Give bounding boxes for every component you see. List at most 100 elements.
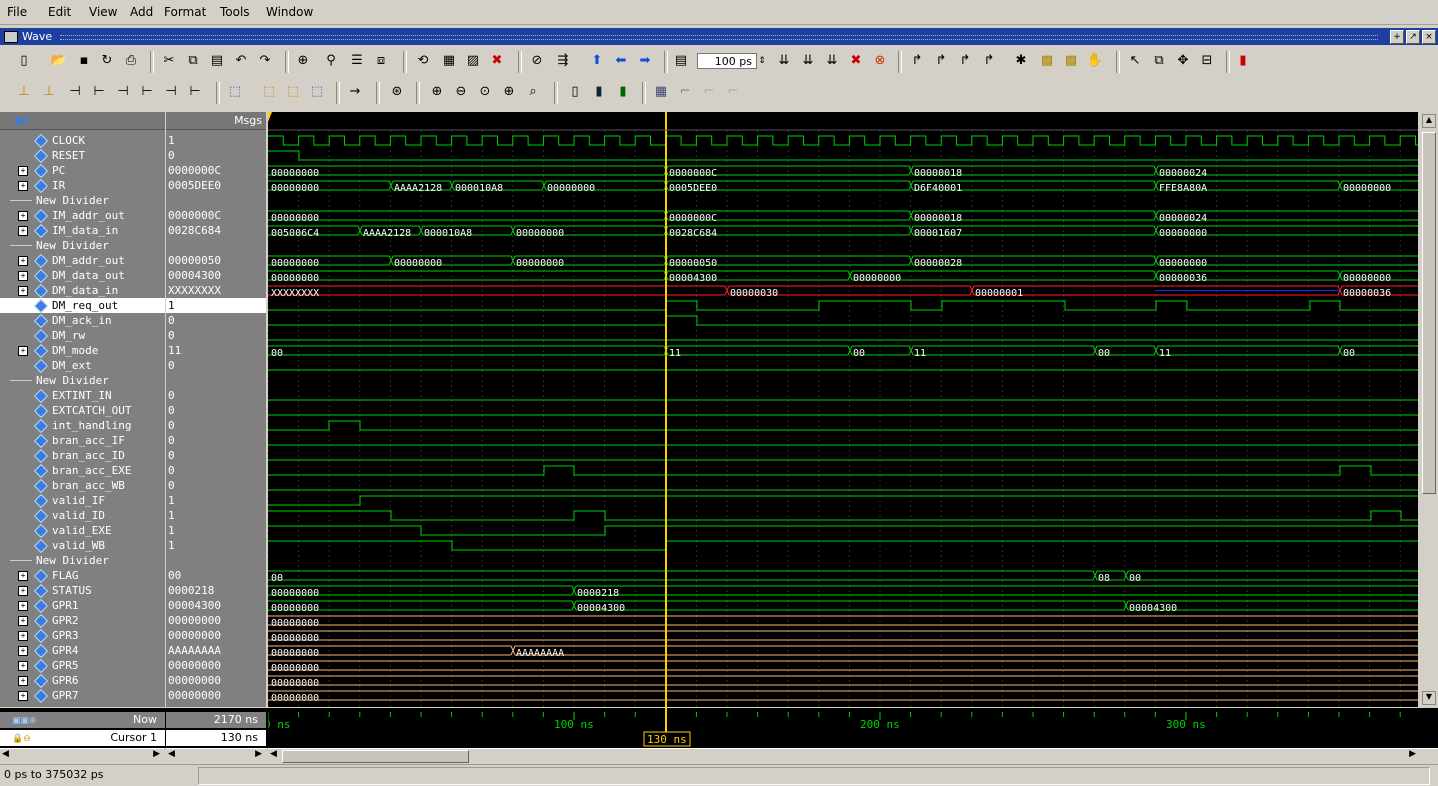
signal-row[interactable]: DM_rw bbox=[0, 328, 165, 344]
wave-green-icon[interactable]: ▮ bbox=[614, 83, 632, 101]
find-first-icon[interactable]: ⊣ bbox=[162, 83, 180, 101]
wave-white-bg-icon[interactable]: ▯ bbox=[566, 83, 584, 101]
arrow-left-icon[interactable]: ⬅ bbox=[612, 52, 630, 70]
spin-icon[interactable]: ⇕ bbox=[758, 52, 766, 70]
value-hscroll[interactable]: ◀ ▶ bbox=[166, 748, 266, 763]
step-icon[interactable]: ⇶ bbox=[554, 52, 572, 70]
expand-icon[interactable]: + bbox=[18, 181, 28, 191]
step-menu-icon[interactable]: ↱ bbox=[980, 52, 998, 70]
cursor-lock-icon[interactable]: 🔒⊖ bbox=[12, 731, 31, 747]
bug-icon[interactable]: ✱ bbox=[1012, 52, 1030, 70]
break-icon[interactable]: ✖ bbox=[488, 52, 506, 70]
menu-window[interactable]: Window bbox=[266, 5, 313, 19]
signal-row[interactable]: int_handling bbox=[0, 418, 165, 434]
grid-icon[interactable]: ▦ bbox=[652, 83, 670, 101]
hscroll-left-icon[interactable]: ◀ bbox=[2, 749, 9, 759]
hscroll-right-icon[interactable]: ▶ bbox=[255, 749, 262, 759]
list-icon[interactable]: ☰ bbox=[348, 52, 366, 70]
run-length-icon[interactable]: ▤ bbox=[672, 52, 690, 70]
signal-row[interactable]: DM_ext bbox=[0, 358, 165, 374]
pan-icon[interactable]: ✥ bbox=[1174, 52, 1192, 70]
insert-cursor-icon[interactable]: → bbox=[346, 83, 364, 101]
signal-format2-icon[interactable]: ⌐ bbox=[700, 83, 718, 101]
signal-row[interactable]: + GPR4 bbox=[0, 643, 165, 659]
dock-icon[interactable]: ↗ bbox=[1406, 30, 1420, 44]
signal-row[interactable]: DM_ack_in bbox=[0, 313, 165, 329]
expand-icon[interactable]: + bbox=[18, 676, 28, 686]
redo-icon[interactable]: ↷ bbox=[256, 52, 274, 70]
wave-hscroll[interactable]: ◀ ▶ bbox=[268, 748, 1438, 763]
signal-row[interactable]: + DM_data_in bbox=[0, 283, 165, 299]
zoom-full-icon[interactable]: ⊙ bbox=[476, 83, 494, 101]
paste-icon[interactable]: ▤ bbox=[208, 52, 226, 70]
vertical-scrollbar[interactable]: ▲ ▼ bbox=[1420, 112, 1438, 707]
select-pointer-icon[interactable]: ↖ bbox=[1126, 52, 1144, 70]
step-out-icon[interactable]: ↱ bbox=[956, 52, 974, 70]
cursor-1-value[interactable]: 130 ns bbox=[166, 730, 266, 746]
close-icon[interactable]: × bbox=[1422, 30, 1436, 44]
signal-row[interactable]: valid_ID bbox=[0, 508, 165, 524]
signal-row[interactable]: EXTINT_IN bbox=[0, 388, 165, 404]
signal-row[interactable]: + PC bbox=[0, 163, 165, 179]
edit-mode-icon[interactable]: ⊟ bbox=[1198, 52, 1216, 70]
add-cursor-icon[interactable]: ⬚ bbox=[308, 83, 326, 101]
expand-icon[interactable]: + bbox=[18, 571, 28, 581]
edge-fall-icon[interactable]: ⊢ bbox=[90, 83, 108, 101]
zoom-out-icon[interactable]: ⊖ bbox=[452, 83, 470, 101]
waveform-pane[interactable]: 00000000 0000000C 00000018 00000024 00000000… bbox=[268, 112, 1418, 707]
step-over-icon[interactable]: ↱ bbox=[932, 52, 950, 70]
cursor-1-label[interactable]: 🔒⊖ Cursor 1 bbox=[0, 730, 165, 746]
float-icon[interactable]: + bbox=[1390, 30, 1404, 44]
expand-icon[interactable]: + bbox=[18, 631, 28, 641]
wave-hscroll-thumb[interactable] bbox=[282, 750, 469, 763]
signal-row[interactable]: + GPR6 bbox=[0, 673, 165, 689]
edge-prev-icon[interactable]: ⊥ bbox=[15, 83, 33, 101]
expand-icon[interactable]: + bbox=[18, 346, 28, 356]
signal-row[interactable]: DM_req_out bbox=[0, 298, 165, 314]
expand-icon[interactable]: + bbox=[18, 271, 28, 281]
scroll-up-icon[interactable]: ▲ bbox=[1422, 114, 1436, 128]
profile2-icon[interactable]: ▩ bbox=[1062, 52, 1080, 70]
stop-run-icon[interactable]: ⊗ bbox=[871, 52, 889, 70]
expand-icon[interactable]: + bbox=[18, 661, 28, 671]
expand-icon[interactable]: + bbox=[18, 616, 28, 626]
hscroll-left-icon[interactable]: ◀ bbox=[270, 749, 277, 759]
run-icon[interactable]: ⇊ bbox=[775, 52, 793, 70]
run-all-icon[interactable]: ⇊ bbox=[823, 52, 841, 70]
signal-row[interactable]: CLOCK bbox=[0, 133, 165, 149]
signal-row[interactable]: + GPR1 bbox=[0, 598, 165, 614]
vertical-scroll-thumb[interactable] bbox=[1422, 132, 1436, 494]
wave-dark-bg-icon[interactable]: ▮ bbox=[590, 83, 608, 101]
hscroll-left-icon[interactable]: ◀ bbox=[168, 749, 175, 759]
signal-row[interactable]: + GPR7 bbox=[0, 688, 165, 704]
zoom-cursor-icon[interactable]: ⊕ bbox=[500, 83, 518, 101]
expand-icon[interactable]: + bbox=[18, 211, 28, 221]
wave-pane-icon[interactable]: ◆▾ bbox=[14, 113, 29, 127]
signal-row[interactable]: + IR bbox=[0, 178, 165, 194]
find-icon[interactable]: ⚲ bbox=[322, 52, 340, 70]
add-group-icon[interactable]: ⬚ bbox=[260, 83, 278, 101]
signal-row[interactable]: + DM_mode bbox=[0, 343, 165, 359]
expand-icon[interactable]: + bbox=[18, 586, 28, 596]
simulate-icon[interactable]: ▨ bbox=[464, 52, 482, 70]
print-icon[interactable]: ⎙ bbox=[122, 52, 140, 70]
now-icons[interactable]: ▣▣⊕ bbox=[12, 713, 37, 729]
restart-icon[interactable]: ⟲ bbox=[414, 52, 432, 70]
find-next-edge-icon[interactable]: ⊢ bbox=[138, 83, 156, 101]
edge-next-icon[interactable]: ⊥ bbox=[40, 83, 58, 101]
group-icon[interactable]: ⧈ bbox=[372, 52, 390, 70]
scroll-down-icon[interactable]: ▼ bbox=[1422, 691, 1436, 705]
hand-icon[interactable]: ✋ bbox=[1086, 52, 1104, 70]
zoom-in-icon[interactable]: ⊕ bbox=[428, 83, 446, 101]
divider-row[interactable]: New Divider bbox=[0, 553, 165, 568]
signal-row[interactable]: bran_acc_ID bbox=[0, 448, 165, 464]
signal-row[interactable]: bran_acc_WB bbox=[0, 478, 165, 494]
signal-row[interactable]: + IM_addr_out bbox=[0, 208, 165, 224]
name-hscroll[interactable]: ◀ ▶ bbox=[0, 748, 164, 763]
profile-icon[interactable]: ▩ bbox=[1038, 52, 1056, 70]
signal-row[interactable]: + DM_data_out bbox=[0, 268, 165, 284]
signal-row[interactable]: valid_WB bbox=[0, 538, 165, 554]
expand-icon[interactable]: + bbox=[18, 691, 28, 701]
add-wave-icon[interactable]: ⬚ bbox=[226, 83, 244, 101]
divider-row[interactable]: New Divider bbox=[0, 373, 165, 388]
